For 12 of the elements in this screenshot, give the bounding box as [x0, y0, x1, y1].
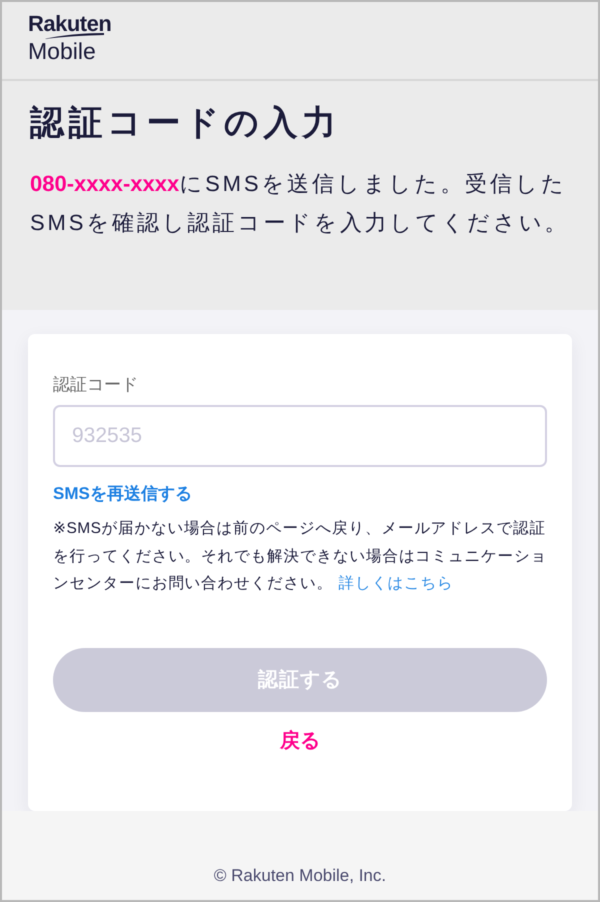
copyright-text: © Rakuten Mobile, Inc.: [214, 864, 386, 886]
intro-message: 080-xxxx-xxxxにSMSを送信しました。受信したSMSを確認し認証コードを入力してください。: [30, 170, 570, 238]
resend-link[interactable]: SMSを再送信する: [53, 481, 192, 507]
page-title: 認証コードの入力: [30, 103, 342, 144]
details-link[interactable]: 詳しくはこちら: [338, 575, 454, 592]
field-label: 認証コード: [53, 374, 138, 396]
notice-text: ※SMSが届かない場合は前のページへ戻り、メールアドレスで認証を行ってください。それでも解決できない場合はコミュニケーションセンターにお問い合わせください。 詳しくはこちら: [53, 519, 547, 594]
back-link[interactable]: 戻る: [280, 726, 320, 756]
code-input[interactable]: 932535: [53, 405, 547, 468]
logo-swoosh-icon: [44, 33, 104, 39]
logo-text: Rakuten: [28, 12, 112, 36]
logo-text: Mobile: [28, 39, 96, 63]
